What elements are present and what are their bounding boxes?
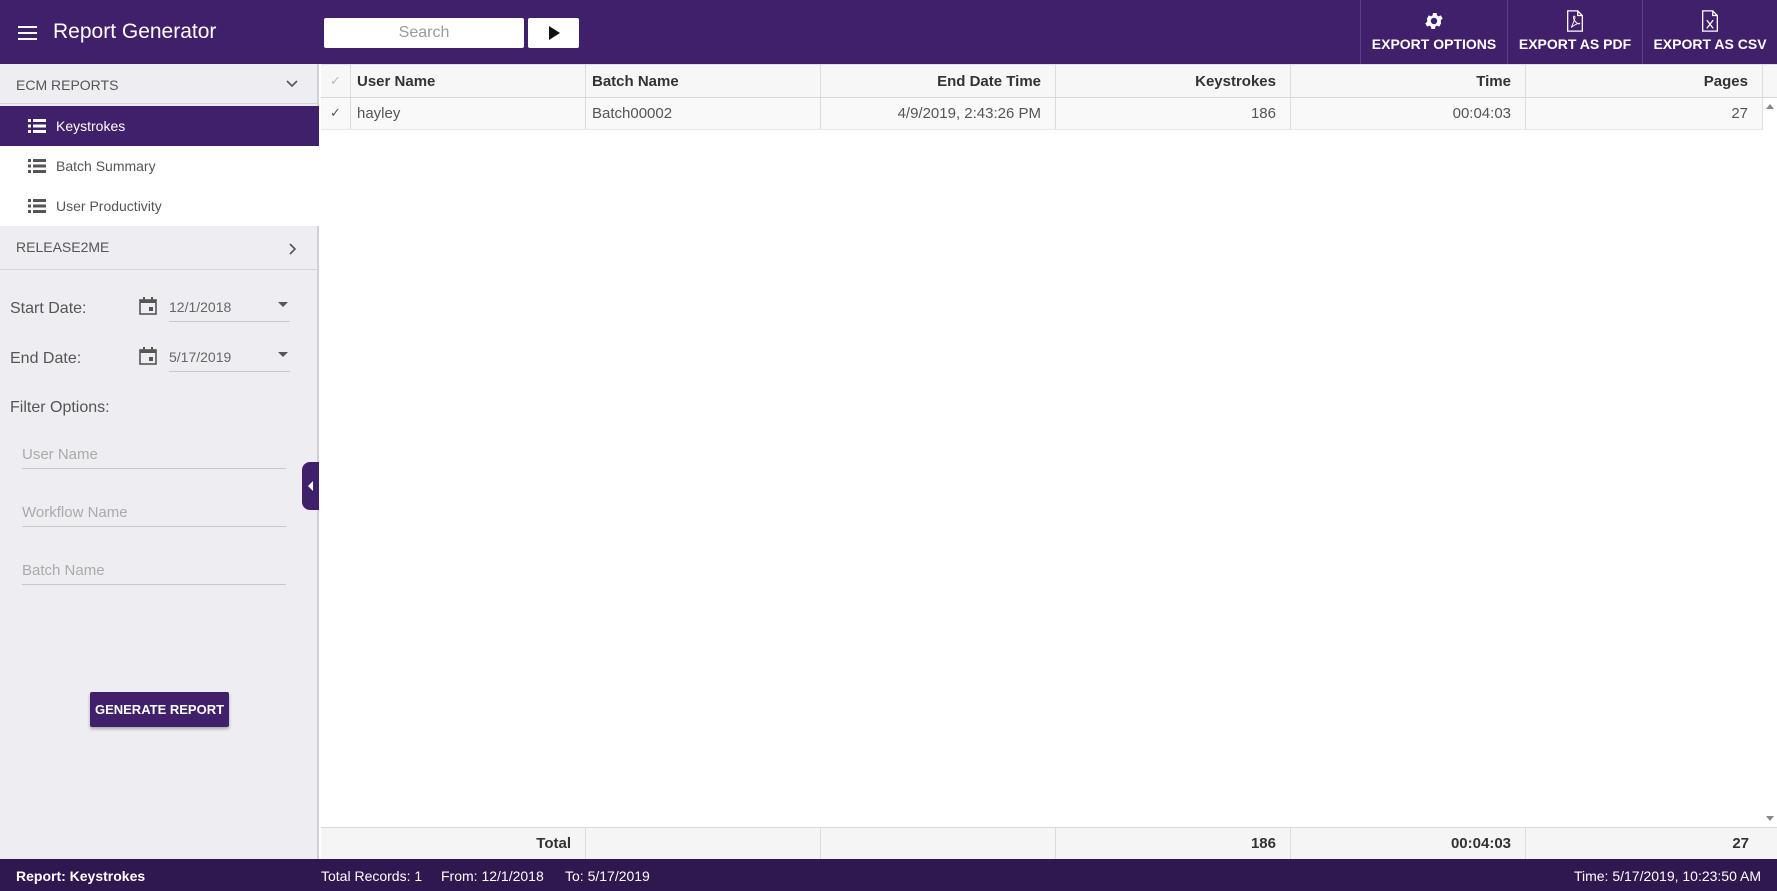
status-bar: Report: Keystrokes Total Records: 1 From… bbox=[0, 859, 1777, 891]
table-row[interactable]: ✓ hayley Batch00002 4/9/2019, 2:43:26 PM… bbox=[321, 98, 1763, 130]
list-icon bbox=[28, 199, 46, 213]
total-pages: 27 bbox=[1732, 835, 1749, 852]
select-all-checkbox[interactable]: ✓ bbox=[321, 65, 351, 97]
cell-time: 00:04:03 bbox=[1291, 98, 1526, 129]
total-batch-name bbox=[586, 828, 821, 859]
export-pdf-button[interactable]: EXPORT AS PDF bbox=[1507, 0, 1642, 64]
sidebar-item-keystrokes[interactable]: Keystrokes bbox=[0, 106, 319, 146]
generate-report-button[interactable]: GENERATE REPORT bbox=[90, 692, 229, 727]
list-icon bbox=[28, 159, 46, 173]
row-checkbox[interactable]: ✓ bbox=[321, 98, 351, 129]
cell-keystrokes: 186 bbox=[1056, 98, 1291, 129]
sidebar-item-label: Keystrokes bbox=[56, 118, 126, 134]
cell-end-date-time: 4/9/2019, 2:43:26 PM bbox=[821, 98, 1056, 129]
column-header-keystrokes[interactable]: Keystrokes bbox=[1056, 65, 1291, 97]
column-header-pages[interactable]: Pages bbox=[1526, 65, 1763, 97]
filter-options-label: Filter Options: bbox=[10, 399, 110, 416]
section-ecm-reports[interactable]: ECM REPORTS bbox=[0, 64, 319, 104]
cell-pages: 27 bbox=[1526, 98, 1763, 129]
section-label: RELEASE2ME bbox=[16, 239, 110, 255]
export-pdf-label: EXPORT AS PDF bbox=[1518, 36, 1632, 52]
cell-user-name: hayley bbox=[351, 98, 586, 129]
start-date-label: Start Date: bbox=[10, 300, 87, 317]
dropdown-caret-icon bbox=[278, 302, 288, 307]
report-grid: ✓ User Name Batch Name End Date Time Key… bbox=[321, 64, 1777, 859]
section-release2me[interactable]: RELEASE2ME bbox=[0, 226, 319, 270]
export-csv-button[interactable]: EXPORT AS CSV bbox=[1642, 0, 1777, 64]
scroll-up-icon[interactable] bbox=[1766, 104, 1774, 109]
end-date-value: 5/17/2019 bbox=[169, 349, 232, 365]
collapse-sidebar-toggle[interactable] bbox=[302, 462, 319, 510]
calendar-icon bbox=[139, 297, 157, 315]
sidebar: ECM REPORTS Keystrokes Batch Summary Use… bbox=[0, 64, 319, 859]
column-header-batch-name[interactable]: Batch Name bbox=[586, 65, 821, 97]
end-date-picker[interactable]: 5/17/2019 bbox=[138, 342, 290, 372]
export-csv-label: EXPORT AS CSV bbox=[1653, 36, 1767, 52]
total-keystrokes: 186 bbox=[1056, 828, 1291, 859]
grid-footer-totals: Total 186 00:04:03 27 bbox=[321, 827, 1777, 859]
app-title: Report Generator bbox=[53, 20, 217, 43]
dropdown-caret-icon bbox=[278, 352, 288, 357]
search-run-button[interactable] bbox=[528, 18, 579, 48]
scroll-down-icon[interactable] bbox=[1766, 816, 1774, 821]
total-time: 00:04:03 bbox=[1291, 828, 1526, 859]
column-header-user-name[interactable]: User Name bbox=[351, 65, 586, 97]
hamburger-menu-icon[interactable] bbox=[16, 22, 40, 42]
column-header-end-date-time[interactable]: End Date Time bbox=[821, 65, 1056, 97]
search-input[interactable] bbox=[324, 18, 524, 48]
cell-batch-name: Batch00002 bbox=[586, 98, 821, 129]
play-icon bbox=[549, 26, 560, 40]
total-label: Total bbox=[321, 828, 586, 859]
status-report-name: Report: Keystrokes bbox=[16, 868, 146, 884]
sidebar-item-batch-summary[interactable]: Batch Summary bbox=[0, 146, 319, 186]
caret-left-icon bbox=[308, 481, 313, 491]
pdf-file-icon bbox=[1567, 10, 1583, 32]
status-total-records: Total Records: 1 bbox=[321, 868, 423, 884]
calendar-icon bbox=[139, 347, 157, 365]
status-from-date: From: 12/1/2018 bbox=[441, 868, 544, 884]
vertical-scrollbar[interactable] bbox=[1763, 98, 1777, 827]
excel-file-icon bbox=[1702, 10, 1718, 32]
grid-header: ✓ User Name Batch Name End Date Time Key… bbox=[321, 64, 1777, 98]
start-date-picker[interactable]: 12/1/2018 bbox=[138, 292, 290, 322]
batch-name-filter[interactable] bbox=[22, 557, 286, 585]
sidebar-item-label: Batch Summary bbox=[56, 158, 156, 174]
end-date-label: End Date: bbox=[10, 350, 82, 367]
chevron-right-icon bbox=[289, 243, 297, 255]
sidebar-item-user-productivity[interactable]: User Productivity bbox=[0, 186, 319, 226]
gear-icon bbox=[1425, 13, 1443, 29]
app-header: Report Generator EXPORT OPTIONS EXPORT A… bbox=[0, 0, 1777, 64]
total-end-date-time bbox=[821, 828, 1056, 859]
export-options-label: EXPORT OPTIONS bbox=[1371, 36, 1497, 52]
chevron-down-icon bbox=[286, 80, 298, 88]
sidebar-item-label: User Productivity bbox=[56, 198, 162, 214]
export-options-button[interactable]: EXPORT OPTIONS bbox=[1360, 0, 1507, 64]
user-name-filter[interactable] bbox=[22, 441, 286, 469]
column-header-time[interactable]: Time bbox=[1291, 65, 1526, 97]
status-to-date: To: 5/17/2019 bbox=[565, 868, 650, 884]
section-label: ECM REPORTS bbox=[16, 77, 119, 93]
status-time: Time: 5/17/2019, 10:23:50 AM bbox=[1573, 868, 1761, 884]
start-date-value: 12/1/2018 bbox=[169, 299, 232, 315]
list-icon bbox=[28, 119, 46, 133]
workflow-name-filter[interactable] bbox=[22, 499, 286, 527]
